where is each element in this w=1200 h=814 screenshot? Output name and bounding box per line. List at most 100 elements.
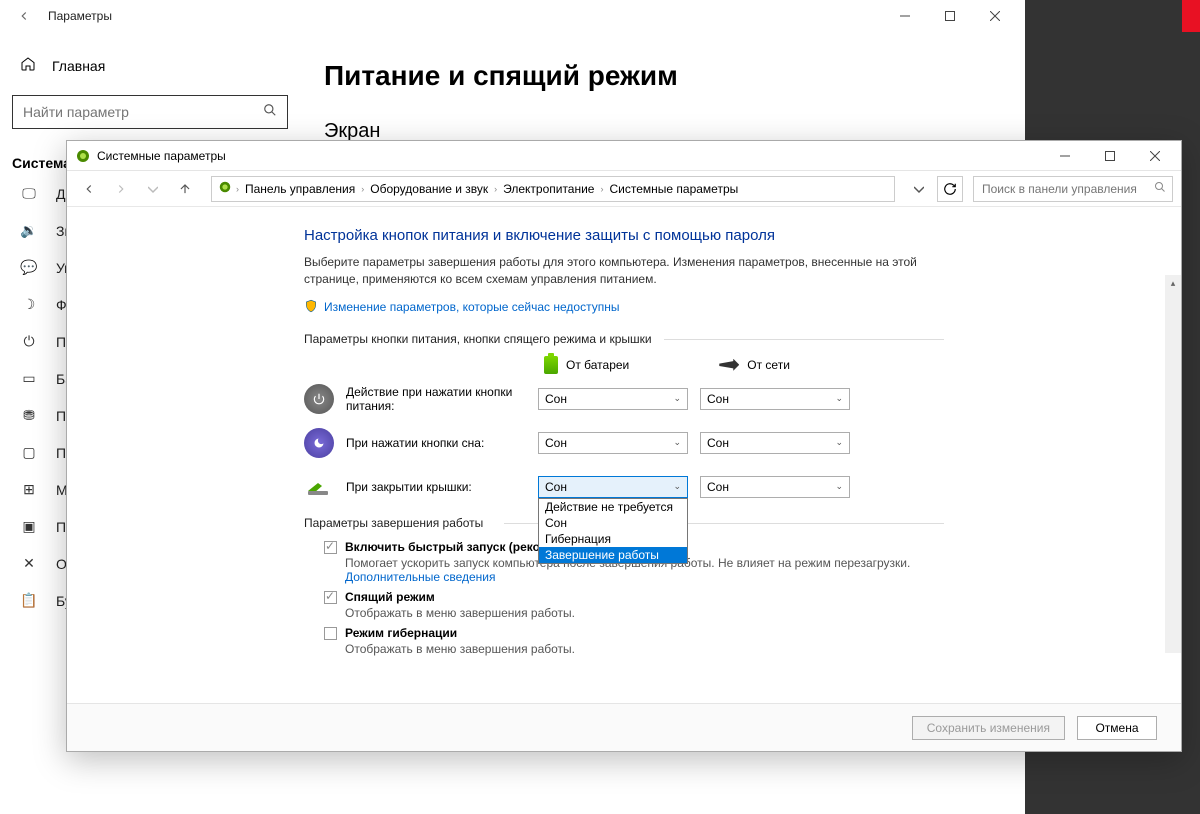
sleep-button-icon [304, 428, 334, 458]
project-icon: ▣ [20, 518, 38, 535]
shared-icon: ✕ [20, 555, 38, 572]
chevron-down-icon: ⌄ [673, 393, 681, 404]
dialog-titlebar: Системные параметры [67, 141, 1181, 171]
power-plan-icon [75, 148, 91, 164]
control-panel-dialog: Системные параметры › Панель управления … [66, 140, 1182, 752]
nav-back-button[interactable] [75, 175, 103, 203]
row-power-label: Действие при нажатии кнопки питания: [346, 385, 526, 413]
sleep-title: Спящий режим [345, 590, 575, 604]
battery-icon: ▭ [20, 370, 38, 387]
power-button-icon [304, 384, 334, 414]
notifications-icon: 💬 [20, 259, 38, 276]
dialog-toolbar: › Панель управления › Оборудование и зву… [67, 171, 1181, 207]
sleep-desc: Отображать в меню завершения работы. [345, 606, 575, 620]
uac-shield-link[interactable]: Изменение параметров, которые сейчас нед… [304, 299, 944, 316]
maximize-button[interactable] [927, 0, 972, 32]
scroll-up-button[interactable]: ▴ [1165, 275, 1181, 291]
chevron-down-icon: ⌄ [835, 481, 843, 492]
chevron-down-icon: ⌄ [673, 437, 681, 448]
close-button[interactable] [972, 0, 1017, 32]
control-panel-search[interactable] [973, 176, 1173, 202]
nav-forward-button[interactable] [107, 175, 135, 203]
check-hibernate[interactable]: Режим гибернации Отображать в меню завер… [324, 626, 944, 656]
lid-icon [304, 472, 334, 502]
dropdown-option-selected[interactable]: Завершение работы [539, 547, 687, 563]
crumb-system-params[interactable]: Системные параметры [607, 182, 740, 196]
crumb-power[interactable]: Электропитание [501, 182, 596, 196]
dlg-close-button[interactable] [1132, 140, 1177, 172]
hiber-desc: Отображать в меню завершения работы. [345, 642, 575, 656]
power-icon: ⏻ [20, 333, 38, 350]
cancel-button[interactable]: Отмена [1077, 716, 1157, 740]
refresh-button[interactable] [937, 176, 963, 202]
check-sleep[interactable]: Спящий режим Отображать в меню завершени… [324, 590, 944, 620]
sidebar-home[interactable]: Главная [8, 48, 292, 83]
checkbox-sleep[interactable] [324, 591, 337, 604]
display-icon: 🖵 [20, 185, 38, 202]
row-sleep-label: При нажатии кнопки сна: [346, 436, 526, 450]
settings-search[interactable] [12, 95, 288, 129]
control-panel-search-input[interactable] [982, 182, 1154, 196]
home-icon [20, 56, 36, 75]
crumb-hardware[interactable]: Оборудование и звук [368, 182, 490, 196]
dlg-maximize-button[interactable] [1087, 140, 1132, 172]
tablet-icon: ▢ [20, 444, 38, 461]
search-icon [263, 103, 277, 122]
checkbox-fast[interactable] [324, 541, 337, 554]
back-button[interactable] [8, 9, 40, 23]
plug-icon [719, 359, 739, 371]
page-title: Питание и спящий режим [324, 60, 1001, 92]
page-heading: Настройка кнопок питания и включение защ… [304, 227, 944, 244]
minimize-button[interactable] [882, 0, 927, 32]
chevron-right-icon: › [236, 184, 239, 194]
nav-recent-button[interactable] [139, 175, 167, 203]
row-lid-label: При закрытии крышки: [346, 480, 526, 494]
sound-icon: 🔉 [20, 222, 38, 239]
dropdown-option[interactable]: Сон [539, 515, 687, 531]
settings-titlebar: Параметры [0, 0, 1025, 32]
background-red-strip [1182, 0, 1200, 32]
group-buttons-label: Параметры кнопки питания, кнопки спящего… [304, 332, 944, 346]
search-icon [1154, 180, 1166, 198]
uac-link-text[interactable]: Изменение параметров, которые сейчас нед… [324, 300, 620, 314]
select-power-ac[interactable]: Сон⌄ [700, 388, 850, 410]
breadcrumb[interactable]: › Панель управления › Оборудование и зву… [211, 176, 895, 202]
hiber-title: Режим гибернации [345, 626, 575, 640]
chevron-down-icon: ⌄ [835, 437, 843, 448]
lid-battery-dropdown[interactable]: Действие не требуется Сон Гибернация Зав… [538, 498, 688, 564]
select-lid-battery[interactable]: Сон⌄ [538, 476, 688, 498]
select-lid-ac[interactable]: Сон⌄ [700, 476, 850, 498]
dialog-body: Настройка кнопок питания и включение защ… [67, 207, 1181, 703]
breadcrumb-dropdown-button[interactable] [905, 175, 933, 203]
dialog-title: Системные параметры [97, 149, 226, 163]
settings-search-input[interactable] [23, 104, 263, 120]
columns-header: От батареи От сети [304, 356, 944, 374]
select-sleep-ac[interactable]: Сон⌄ [700, 432, 850, 454]
col-battery: От батареи [544, 356, 629, 374]
multitask-icon: ⊞ [20, 481, 38, 498]
breadcrumb-icon [218, 180, 232, 197]
save-button[interactable]: Сохранить изменения [912, 716, 1065, 740]
sidebar-home-label: Главная [52, 58, 105, 74]
select-sleep-battery[interactable]: Сон⌄ [538, 432, 688, 454]
storage-icon: ⛃ [20, 407, 38, 424]
dropdown-option[interactable]: Действие не требуется [539, 499, 687, 515]
focus-icon: ☽ [20, 296, 38, 313]
dialog-footer: Сохранить изменения Отмена [67, 703, 1181, 751]
vertical-scrollbar[interactable]: ▴ [1165, 275, 1181, 653]
shield-icon [304, 299, 318, 316]
crumb-control-panel[interactable]: Панель управления [243, 182, 357, 196]
learn-more-link[interactable]: Дополнительные сведения [345, 570, 495, 584]
dropdown-option[interactable]: Гибернация [539, 531, 687, 547]
nav-up-button[interactable] [171, 175, 199, 203]
row-sleep-button: При нажатии кнопки сна: Сон⌄ Сон⌄ [304, 428, 944, 458]
chevron-down-icon: ⌄ [673, 481, 681, 492]
battery-icon [544, 356, 558, 374]
window-controls [882, 0, 1017, 32]
select-power-battery[interactable]: Сон⌄ [538, 388, 688, 410]
settings-title: Параметры [48, 9, 112, 23]
checkbox-hibernate[interactable] [324, 627, 337, 640]
row-power-button: Действие при нажатии кнопки питания: Сон… [304, 384, 944, 414]
dlg-minimize-button[interactable] [1042, 140, 1087, 172]
col-ac: От сети [719, 356, 790, 374]
